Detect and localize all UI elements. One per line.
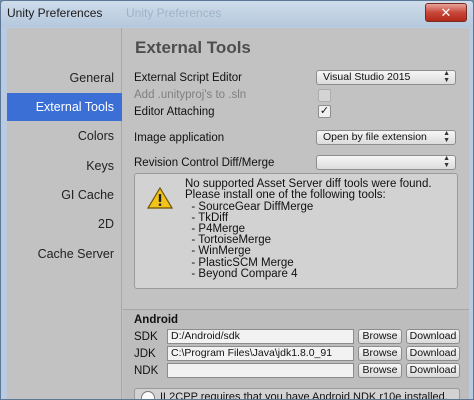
- ndk-path-field[interactable]: [167, 363, 354, 378]
- background-window-title: Unity Preferences: [126, 6, 222, 20]
- warning-icon: [147, 186, 173, 209]
- window-title: Unity Preferences: [7, 6, 103, 20]
- close-button[interactable]: ✕: [425, 3, 467, 22]
- warning-line: Please install one of the following tool…: [185, 189, 386, 201]
- close-icon: ✕: [440, 5, 452, 20]
- external-tools-panel: External Tools External Script Editor Vi…: [123, 28, 469, 400]
- ndk-label: NDK: [134, 365, 159, 377]
- ndk-download-button[interactable]: Download: [406, 363, 460, 378]
- android-section-title: Android: [134, 314, 179, 326]
- preferences-window: Unity Preferences Unity Preferences ✕ Ge…: [0, 0, 474, 400]
- image-application-label: Image application: [134, 132, 225, 144]
- external-script-editor-dropdown[interactable]: Visual Studio 2015 ▲ ▼: [316, 70, 456, 85]
- checkmark-icon: ✓: [319, 105, 330, 117]
- jdk-browse-button[interactable]: Browse: [358, 346, 402, 361]
- ndk-browse-button[interactable]: Browse: [358, 363, 402, 378]
- updown-arrows-icon: ▲ ▼: [443, 70, 450, 84]
- sdk-browse-button[interactable]: Browse: [358, 329, 402, 344]
- sidebar-item-external-tools[interactable]: External Tools: [7, 93, 122, 121]
- jdk-label: JDK: [134, 348, 156, 360]
- add-unityproj-label: Add .unityproj's to .sln: [134, 89, 247, 101]
- jdk-download-button[interactable]: Download: [406, 346, 460, 361]
- sdk-label: SDK: [134, 331, 158, 343]
- sidebar-item-label: GI Cache: [61, 188, 114, 202]
- sidebar-item-keys[interactable]: Keys: [7, 152, 122, 180]
- sidebar-item-label: 2D: [98, 217, 114, 231]
- dropdown-value: Open by file extension: [323, 131, 427, 143]
- jdk-path-field[interactable]: C:\Program Files\Java\jdk1.8.0_91: [167, 346, 354, 361]
- updown-arrows-icon: ▲ ▼: [443, 155, 450, 169]
- diff-tools-warning-box: No supported Asset Server diff tools wer…: [134, 173, 458, 289]
- ndk-info-box: IL2CPP requires that you have Android ND…: [134, 388, 460, 400]
- preferences-content: General External Tools Colors Keys GI Ca…: [7, 28, 469, 400]
- page-title: External Tools: [135, 38, 251, 57]
- editor-attaching-label: Editor Attaching: [134, 106, 215, 118]
- sidebar-item-cache-server[interactable]: Cache Server: [7, 240, 122, 268]
- editor-attaching-checkbox[interactable]: ✓: [318, 105, 331, 118]
- add-unityproj-checkbox[interactable]: [318, 89, 331, 102]
- image-application-dropdown[interactable]: Open by file extension ▲ ▼: [316, 130, 456, 145]
- sidebar-item-colors[interactable]: Colors: [7, 122, 122, 150]
- revision-control-dropdown[interactable]: ▲ ▼: [316, 155, 456, 170]
- info-icon: [141, 391, 155, 399]
- ndk-info-text: IL2CPP requires that you have Android ND…: [160, 391, 448, 400]
- sidebar-item-general[interactable]: General: [7, 64, 122, 92]
- sidebar-item-label: Keys: [86, 159, 114, 173]
- sdk-download-button[interactable]: Download: [406, 329, 460, 344]
- warning-line: - Beyond Compare 4: [185, 268, 298, 280]
- sdk-path-field[interactable]: D:/Android/sdk: [167, 329, 354, 344]
- preferences-sidebar: General External Tools Colors Keys GI Ca…: [7, 28, 122, 399]
- updown-arrows-icon: ▲ ▼: [443, 130, 450, 144]
- warning-line: - WinMerge: [185, 245, 251, 257]
- sidebar-item-label: Cache Server: [37, 247, 114, 261]
- revision-control-label: Revision Control Diff/Merge: [134, 157, 275, 169]
- sidebar-item-gi-cache[interactable]: GI Cache: [7, 181, 122, 209]
- sidebar-item-label: Colors: [77, 129, 114, 143]
- sidebar-item-label: External Tools: [35, 100, 114, 114]
- android-section: Android SDK D:/Android/sdk Browse Downlo…: [123, 309, 469, 400]
- title-bar[interactable]: Unity Preferences Unity Preferences ✕: [1, 1, 473, 27]
- sidebar-item-2d[interactable]: 2D: [7, 210, 122, 238]
- sidebar-item-label: General: [69, 71, 114, 85]
- dropdown-value: Visual Studio 2015: [323, 71, 411, 83]
- external-script-editor-label: External Script Editor: [134, 72, 243, 84]
